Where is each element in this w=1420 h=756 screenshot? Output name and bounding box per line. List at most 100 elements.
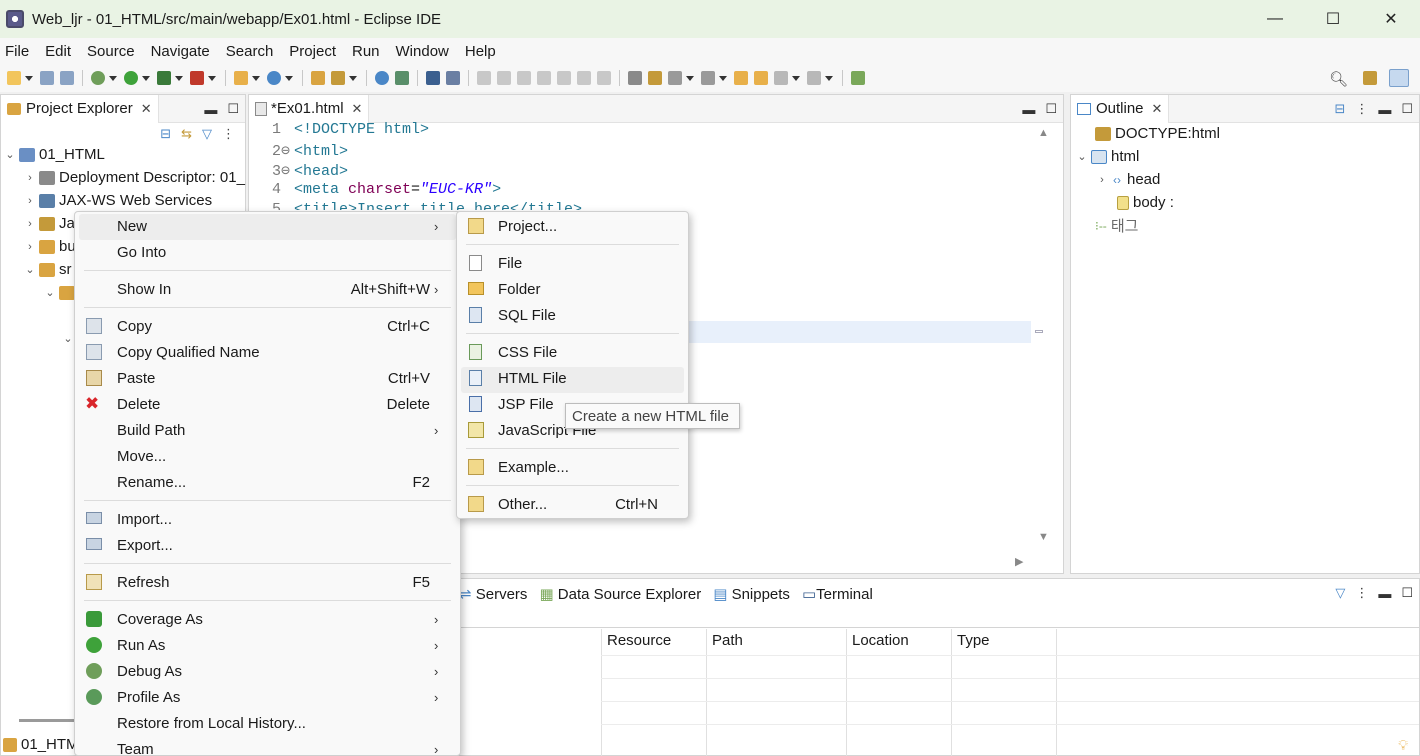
code-line-2[interactable]: 2⊖ <html> bbox=[272, 141, 348, 161]
view-menu-icon[interactable]: ⋮ bbox=[222, 126, 235, 142]
menu-run[interactable]: Run bbox=[352, 43, 380, 60]
chevron-right-icon[interactable]: › bbox=[23, 241, 37, 253]
skip-breakpoints-icon[interactable] bbox=[446, 71, 460, 85]
outline-item-body[interactable]: body : bbox=[1115, 191, 1174, 214]
chevron-down-icon[interactable]: ⌄ bbox=[43, 286, 57, 299]
tree-item-java-resources[interactable]: › Ja bbox=[23, 212, 75, 235]
tab-servers[interactable]: ⇌ Servers bbox=[459, 585, 527, 603]
tab-ex01-html[interactable]: *Ex01.html ✕ bbox=[249, 94, 370, 123]
pin-editor-icon[interactable] bbox=[851, 71, 865, 85]
code-line-1[interactable]: 1 <!DOCTYPE html> bbox=[272, 121, 429, 141]
maximize-view-icon[interactable]: ☐ bbox=[227, 101, 239, 117]
collapse-all-icon[interactable]: ⊟ bbox=[160, 126, 171, 142]
scroll-down-icon[interactable]: ▼ bbox=[1038, 531, 1049, 543]
maximize-view-icon[interactable]: ☐ bbox=[1401, 585, 1413, 601]
tree-item-deployment-descriptor[interactable]: › Deployment Descriptor: 01_ bbox=[23, 166, 245, 189]
gear-icon[interactable] bbox=[91, 71, 105, 85]
column-header-location[interactable]: Location bbox=[852, 632, 909, 656]
overview-marker[interactable] bbox=[1035, 330, 1043, 333]
next-annotation-icon[interactable] bbox=[668, 71, 682, 85]
vertical-scrollbar[interactable]: ▲ ▼ bbox=[1029, 125, 1063, 549]
minimize-view-icon[interactable]: ▬ bbox=[1378, 586, 1391, 601]
last-edit-icon[interactable] bbox=[734, 71, 748, 85]
tab-terminal[interactable]: ▭Terminal bbox=[802, 585, 873, 603]
save-icon[interactable] bbox=[40, 71, 54, 85]
outline-item-doctype[interactable]: DOCTYPE:html bbox=[1093, 122, 1220, 145]
tree-item-webapp[interactable]: ⌄ bbox=[61, 327, 75, 350]
maximize-button[interactable]: ☐ bbox=[1304, 0, 1362, 38]
close-icon[interactable]: ✕ bbox=[141, 101, 152, 117]
chevron-down-icon[interactable]: ⌄ bbox=[61, 332, 75, 345]
outline-item-head[interactable]: › ‹› head bbox=[1095, 168, 1160, 191]
minimize-view-icon[interactable]: ▬ bbox=[1378, 102, 1391, 117]
search-icon[interactable]: 🔍︎ bbox=[1329, 70, 1348, 88]
forward-edit-icon[interactable] bbox=[754, 71, 768, 85]
tab-outline[interactable]: Outline ✕ bbox=[1071, 94, 1170, 123]
scroll-right-icon[interactable]: ▶ bbox=[1015, 555, 1023, 568]
chevron-down-icon[interactable]: ⌄ bbox=[3, 148, 17, 161]
close-icon[interactable]: ✕ bbox=[1152, 101, 1163, 117]
link-editor-icon[interactable]: ⇆ bbox=[181, 126, 192, 142]
console-icon[interactable] bbox=[426, 71, 440, 85]
search-task-icon[interactable] bbox=[331, 71, 345, 85]
lightbulb-icon[interactable]: 💡︎ bbox=[1398, 737, 1408, 754]
open-perspective-icon[interactable] bbox=[1363, 71, 1377, 85]
view-menu-icon[interactable]: ⋮ bbox=[1355, 585, 1368, 601]
chevron-down-icon[interactable]: ⌄ bbox=[1075, 150, 1089, 163]
menu-help[interactable]: Help bbox=[465, 43, 496, 60]
menu-file[interactable]: File bbox=[5, 43, 29, 60]
tree-item-project[interactable]: ⌄ 01_HTML bbox=[3, 143, 104, 166]
globe-icon[interactable] bbox=[375, 71, 389, 85]
tab-project-explorer[interactable]: Project Explorer ✕ bbox=[1, 94, 159, 123]
maximize-view-icon[interactable]: ☐ bbox=[1401, 101, 1413, 117]
chevron-down-icon[interactable]: ⌄ bbox=[23, 263, 37, 276]
external-tools-icon[interactable] bbox=[190, 71, 204, 85]
java-ee-perspective-icon[interactable] bbox=[1389, 69, 1409, 87]
chevron-right-icon[interactable]: › bbox=[1095, 174, 1109, 186]
chevron-right-icon[interactable]: › bbox=[23, 218, 37, 230]
menu-project[interactable]: Project bbox=[289, 43, 336, 60]
run-icon[interactable] bbox=[124, 71, 138, 85]
horizontal-scrollbar[interactable] bbox=[19, 719, 79, 722]
close-window-button[interactable]: ✕ bbox=[1362, 0, 1420, 38]
outline-item-comment[interactable]: ⁝-- 태그 bbox=[1095, 214, 1138, 237]
outline-item-html[interactable]: ⌄ html bbox=[1075, 145, 1139, 168]
filter-icon[interactable]: ▽ bbox=[1335, 585, 1345, 601]
code-line-5[interactable]: 5 <title>Insert title here</title> bbox=[272, 201, 582, 210]
minimize-view-icon[interactable]: ▬ bbox=[204, 102, 217, 117]
view-menu-icon[interactable]: ⋮ bbox=[1355, 101, 1368, 117]
column-header-resource[interactable]: Resource bbox=[607, 632, 671, 656]
filter-icon[interactable]: ▽ bbox=[202, 126, 212, 142]
menu-edit[interactable]: Edit bbox=[45, 43, 71, 60]
new-server-icon[interactable] bbox=[234, 71, 248, 85]
toggle-block-icon[interactable] bbox=[648, 71, 662, 85]
chevron-right-icon[interactable]: › bbox=[23, 172, 37, 184]
collapse-all-icon[interactable]: ⊟ bbox=[1334, 101, 1345, 117]
menu-navigate[interactable]: Navigate bbox=[151, 43, 210, 60]
forward-icon[interactable] bbox=[807, 71, 821, 85]
save-all-icon[interactable] bbox=[60, 71, 74, 85]
minimize-button[interactable]: — bbox=[1246, 0, 1304, 38]
toggle-mark-icon[interactable] bbox=[628, 71, 642, 85]
menu-window[interactable]: Window bbox=[396, 43, 449, 60]
new-web-icon[interactable] bbox=[267, 71, 281, 85]
coverage-icon[interactable] bbox=[157, 71, 171, 85]
tree-item-src[interactable]: ⌄ sr bbox=[23, 258, 71, 281]
run-web-icon[interactable] bbox=[395, 71, 409, 85]
open-type-icon[interactable] bbox=[311, 71, 325, 85]
menu-search[interactable]: Search bbox=[226, 43, 274, 60]
close-icon[interactable]: ✕ bbox=[352, 101, 363, 117]
code-line-4[interactable]: 4 <meta charset="EUC-KR"> bbox=[272, 181, 501, 201]
code-line-3[interactable]: 3⊖ <head> bbox=[272, 161, 348, 181]
column-header-path[interactable]: Path bbox=[712, 632, 743, 656]
tab-data-source-explorer[interactable]: ▦ Data Source Explorer bbox=[539, 585, 701, 603]
back-icon[interactable] bbox=[774, 71, 788, 85]
tree-item-build[interactable]: › bu bbox=[23, 235, 76, 258]
new-icon[interactable] bbox=[7, 71, 21, 85]
chevron-right-icon[interactable]: › bbox=[23, 195, 37, 207]
scroll-up-icon[interactable]: ▲ bbox=[1038, 127, 1049, 139]
tab-snippets[interactable]: ▤ Snippets bbox=[713, 585, 790, 603]
column-header-type[interactable]: Type bbox=[957, 632, 990, 656]
menu-source[interactable]: Source bbox=[87, 43, 135, 60]
tree-item-jaxws[interactable]: › JAX-WS Web Services bbox=[23, 189, 212, 212]
